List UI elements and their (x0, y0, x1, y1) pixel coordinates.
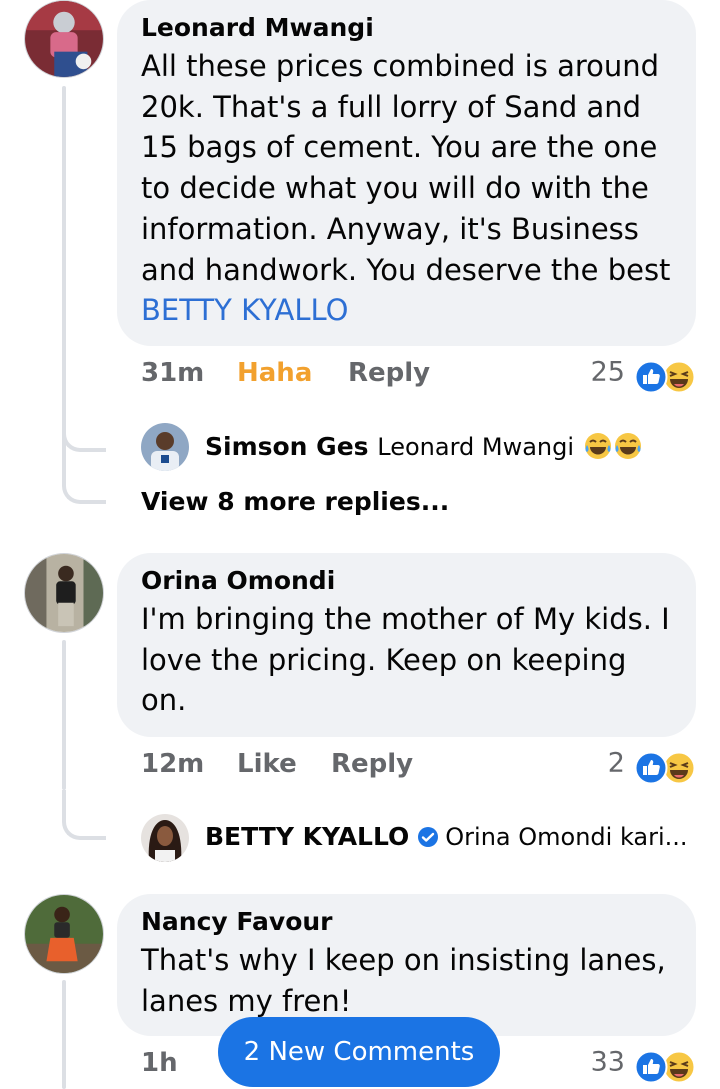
comment-bubble: Orina Omondi I'm bringing the mother of … (117, 553, 696, 737)
comment-time[interactable]: 31m (141, 358, 204, 388)
avatar[interactable] (141, 423, 189, 471)
comment-actions: 12m Like Reply 2 (141, 745, 696, 785)
comment-bubble: Leonard Mwangi All these prices combined… (117, 0, 696, 346)
reply-author[interactable]: BETTY KYALLO (205, 822, 409, 851)
tears-of-joy-emoji (614, 433, 641, 459)
reaction-count: 2 (607, 747, 625, 779)
comment-author[interactable]: Orina Omondi (141, 565, 672, 597)
like-button[interactable]: Like (237, 749, 297, 779)
comment-author[interactable]: Nancy Favour (141, 906, 672, 938)
tears-of-joy-emoji (584, 433, 611, 459)
comment-time[interactable]: 1h (141, 1048, 178, 1078)
reply-author[interactable]: Simson Ges (205, 432, 369, 461)
avatar[interactable] (24, 0, 104, 78)
avatar[interactable] (24, 553, 104, 633)
avatar[interactable] (141, 814, 189, 862)
reply-button[interactable]: Reply (348, 358, 430, 388)
comment-text: That's why I keep on insisting lanes, la… (141, 943, 666, 1018)
comment-actions: 31m Haha Reply 25 (141, 354, 696, 394)
reaction-summary[interactable]: 33 (591, 1044, 696, 1084)
comment-time[interactable]: 12m (141, 749, 204, 779)
comment-bubble: Nancy Favour That's why I keep on insist… (117, 894, 696, 1036)
thread-branch (62, 790, 106, 840)
reply-text[interactable]: Orina Omondi kari... (445, 823, 687, 851)
reply-button[interactable]: Reply (331, 749, 413, 779)
haha-reaction-button[interactable]: Haha (237, 358, 312, 388)
comment-body: All these prices combined is around 20k.… (141, 49, 671, 287)
like-icon (634, 1050, 668, 1084)
reaction-summary[interactable]: 25 (591, 354, 696, 394)
comment-author[interactable]: Leonard Mwangi (141, 12, 672, 44)
comment-text: I'm bringing the mother of My kids. I lo… (141, 602, 670, 718)
like-icon (634, 751, 668, 785)
thread-line (62, 86, 66, 451)
mention-link[interactable]: BETTY KYALLO (141, 290, 672, 331)
new-comments-button[interactable]: 2 New Comments (218, 1017, 500, 1087)
thread-branch (62, 440, 106, 504)
view-more-replies[interactable]: View 8 more replies... (141, 487, 449, 516)
reply-text[interactable]: Leonard Mwangi (377, 433, 574, 461)
reaction-summary[interactable]: 2 (608, 745, 696, 785)
like-icon (634, 360, 668, 394)
thread-line (62, 640, 66, 790)
thread-line (62, 980, 66, 1089)
reply-content: BETTY KYALLO Orina Omondi kari... (205, 822, 688, 851)
reply-content: Simson Ges Leonard Mwangi (205, 431, 643, 461)
avatar[interactable] (24, 894, 104, 974)
comment-text: All these prices combined is around 20k.… (141, 46, 672, 331)
reaction-count: 33 (590, 1046, 625, 1078)
reaction-count: 25 (590, 356, 625, 388)
verified-badge-icon (418, 827, 439, 847)
